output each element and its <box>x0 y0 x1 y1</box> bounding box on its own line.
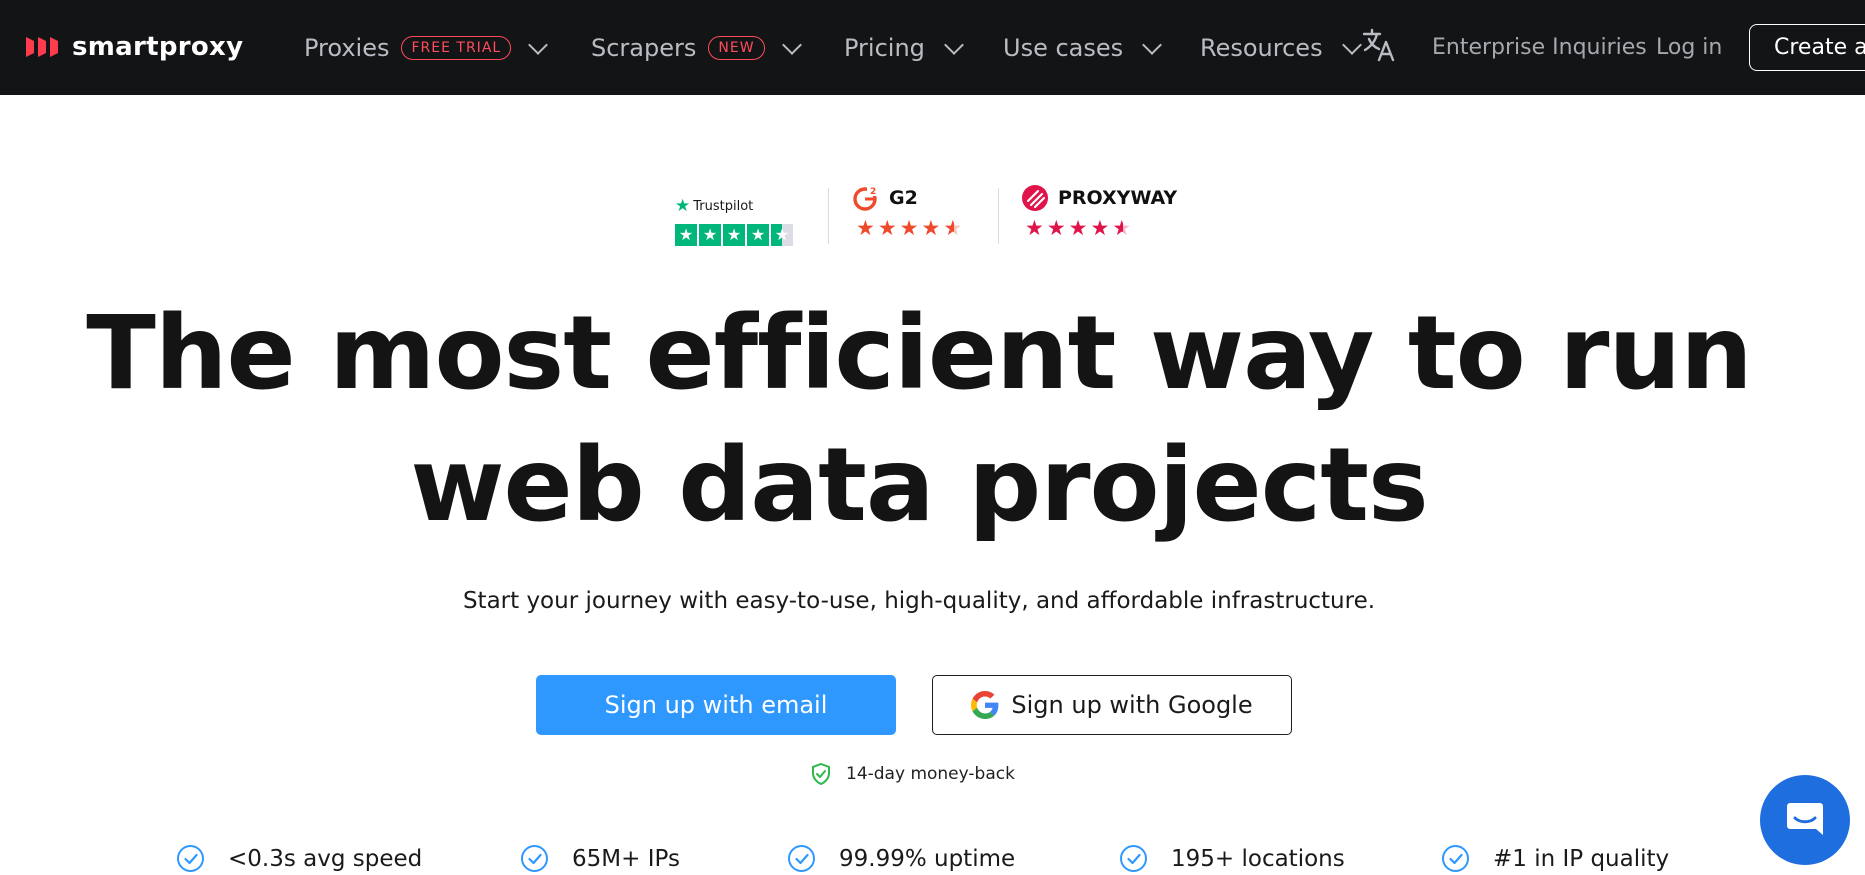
nav-pricing-label: Pricing <box>844 33 925 62</box>
check-circle-icon <box>521 845 548 872</box>
feature-label: <0.3s avg speed <box>228 845 423 872</box>
check-circle-icon <box>1442 845 1469 872</box>
star-icon: ★ <box>856 216 878 240</box>
nav-resources-label: Resources <box>1200 33 1323 62</box>
sign-up-google-label: Sign up with Google <box>1011 691 1253 719</box>
new-badge: NEW <box>708 35 765 60</box>
star-icon: ★ <box>877 216 900 240</box>
trustpilot-stars: ★ ★ ★ ★ ★ <box>675 224 795 246</box>
proxyway-stars: ★ ★ ★ ★ ★ <box>1025 216 1134 240</box>
nav-use-cases-label: Use cases <box>1003 33 1124 62</box>
star-half-icon: ★ <box>943 216 966 240</box>
feature-item: 195+ locations <box>1120 845 1345 872</box>
trustpilot-star-half: ★ <box>771 224 793 246</box>
money-back-note: 14-day money-back <box>810 762 1015 786</box>
svg-text:2: 2 <box>870 187 876 197</box>
nav-scrapers[interactable]: Scrapers NEW <box>591 0 802 95</box>
money-back-label: 14-day money-back <box>846 764 1015 784</box>
chevron-down-icon <box>781 34 802 55</box>
proxyway-logo-icon <box>1022 185 1048 211</box>
proxyway-rating[interactable]: PROXYWAY <box>1022 185 1177 211</box>
hero-title-line-1: The most efficient way to run <box>86 294 1752 413</box>
chat-bubble-icon <box>1787 803 1823 835</box>
smartproxy-logo-icon <box>26 35 62 59</box>
nav-use-cases[interactable]: Use cases <box>1003 0 1163 95</box>
feature-item: <0.3s avg speed <box>177 845 422 872</box>
g2-rating[interactable]: 2 G2 <box>853 184 918 212</box>
star-icon: ★ <box>1090 216 1113 240</box>
check-circle-icon <box>177 845 204 872</box>
nav-proxies-label: Proxies <box>304 33 390 62</box>
logo-text: smartproxy <box>72 32 244 62</box>
star-icon: ★ <box>1068 216 1091 240</box>
smartproxy-logo[interactable]: smartproxy <box>26 30 243 64</box>
nav-scrapers-label: Scrapers <box>591 33 697 62</box>
free-trial-badge: FREE TRIAL <box>401 35 512 60</box>
feature-label: 99.99% uptime <box>839 845 1016 872</box>
feature-item: #1 in IP quality <box>1442 845 1669 872</box>
star-half-icon: ★ <box>1112 216 1135 240</box>
sign-up-email-label: Sign up with email <box>604 691 828 719</box>
g2-label: G2 <box>889 187 918 209</box>
chevron-down-icon <box>1142 34 1163 55</box>
chevron-down-icon <box>944 34 964 55</box>
feature-label: #1 in IP quality <box>1493 845 1670 872</box>
hero-subtitle: Start your journey with easy-to-use, hig… <box>462 588 1376 614</box>
hero-title-line-2: web data projects <box>410 426 1428 545</box>
feature-item: 99.99% uptime <box>788 845 1015 872</box>
feature-item: 65M+ IPs <box>521 845 680 872</box>
check-circle-icon <box>1120 845 1147 872</box>
rating-divider <box>828 188 829 244</box>
star-icon: ★ <box>1046 216 1069 240</box>
trustpilot-label: Trustpilot <box>693 198 754 214</box>
star-icon: ★ <box>1025 216 1047 240</box>
check-circle-icon <box>788 845 815 872</box>
nav-proxies[interactable]: Proxies FREE TRIAL <box>304 0 549 95</box>
rating-divider <box>998 188 999 244</box>
trustpilot-rating[interactable]: ★ Trustpilot <box>675 196 753 216</box>
language-translate-icon[interactable] <box>1361 27 1397 67</box>
feature-label: 195+ locations <box>1171 845 1345 872</box>
nav-resources[interactable]: Resources <box>1200 0 1362 95</box>
g2-stars: ★ ★ ★ ★ ★ <box>856 216 965 240</box>
features-row: <0.3s avg speed 65M+ IPs 99.99% uptime 1… <box>0 845 1865 875</box>
star-icon: ★ <box>899 216 922 240</box>
chevron-down-icon <box>528 34 549 55</box>
chat-widget-button[interactable] <box>1760 775 1850 865</box>
trustpilot-star: ★ <box>747 224 769 246</box>
sign-up-email-button[interactable]: Sign up with email <box>536 675 896 735</box>
trustpilot-star: ★ <box>699 224 721 246</box>
feature-label: 65M+ IPs <box>572 845 680 872</box>
trustpilot-star-icon: ★ <box>675 196 691 216</box>
login-link[interactable]: Log in <box>1656 0 1722 95</box>
shield-check-icon <box>812 762 830 786</box>
chevron-down-icon <box>1341 34 1362 55</box>
google-icon <box>971 691 999 719</box>
enterprise-inquiries-link[interactable]: Enterprise Inquiries <box>1432 0 1647 95</box>
g2-logo-icon: 2 <box>853 187 879 211</box>
hero-title: The most efficient way to run web data p… <box>0 288 1838 552</box>
create-account-button[interactable]: Create account <box>1749 24 1865 71</box>
trustpilot-star: ★ <box>675 224 697 246</box>
nav-pricing[interactable]: Pricing <box>844 0 964 95</box>
trustpilot-star: ★ <box>723 224 745 246</box>
top-navbar: smartproxy Proxies FREE TRIAL Scrapers N… <box>0 0 1865 95</box>
star-icon: ★ <box>921 216 944 240</box>
sign-up-google-button[interactable]: Sign up with Google <box>932 675 1292 735</box>
proxyway-label: PROXYWAY <box>1058 187 1178 209</box>
